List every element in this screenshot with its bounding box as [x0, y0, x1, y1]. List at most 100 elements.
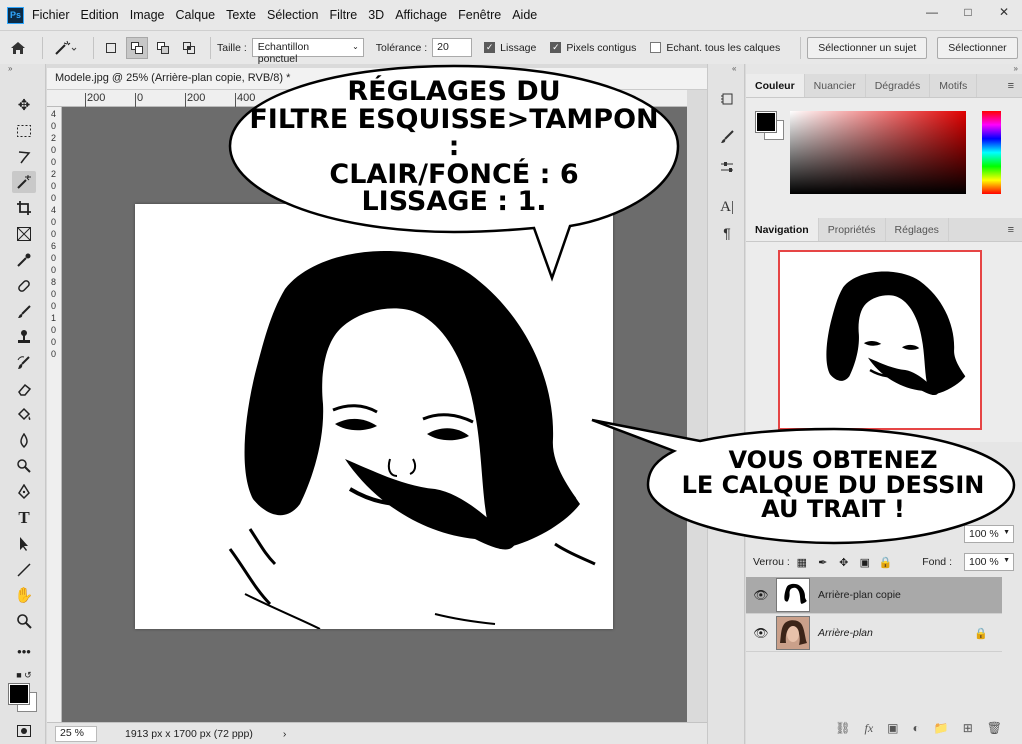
foreground-color-swatch[interactable]	[8, 683, 30, 705]
layer-style-icon[interactable]: fx	[864, 721, 873, 736]
lock-image-icon[interactable]: ✒	[814, 556, 832, 569]
select-subject-button[interactable]: Sélectionner un sujet	[807, 36, 928, 59]
paragraph-panel-icon[interactable]: ¶	[716, 222, 738, 244]
tab-reglages[interactable]: Réglages	[886, 218, 949, 241]
tolerance-input[interactable]: 20	[432, 38, 473, 57]
bubble-top-line-3: Clair/Foncé : 6	[329, 158, 579, 190]
history-panel-icon[interactable]	[716, 88, 738, 110]
menu-texte[interactable]: Texte	[226, 8, 256, 22]
history-brush-tool-icon[interactable]	[12, 352, 36, 374]
ruler-tick-label: 200	[87, 92, 106, 104]
status-arrow-icon[interactable]: ›	[283, 728, 287, 740]
menu-affichage[interactable]: Affichage	[395, 8, 447, 22]
color-foreground-swatch[interactable]	[755, 111, 777, 133]
layer-row-arriere-plan[interactable]: 👁 Arrière-plan 🔒	[746, 615, 1002, 652]
eyedropper-tool-icon[interactable]	[12, 249, 36, 271]
divider	[42, 36, 43, 59]
path-selection-tool-icon[interactable]	[12, 533, 36, 555]
tools-panel: » ✥ T ✋ ••• ■ ↺	[0, 64, 46, 744]
anti-alias-checkbox[interactable]: ✓ Lissage	[484, 42, 536, 54]
brush-settings-panel-icon[interactable]	[716, 126, 738, 148]
dodge-tool-icon[interactable]	[12, 455, 36, 477]
restore-icon[interactable]: □	[950, 0, 986, 24]
new-layer-icon[interactable]: ⊞	[963, 721, 973, 735]
tab-nuancier[interactable]: Nuancier	[805, 74, 866, 97]
fill-input[interactable]: 100 % ▼	[964, 553, 1014, 571]
select-and-mask-button[interactable]: Sélectionner	[937, 36, 1018, 59]
tab-couleur[interactable]: Couleur	[746, 74, 805, 97]
visibility-eye-icon[interactable]: 👁	[746, 588, 776, 602]
menu-image[interactable]: Image	[130, 8, 165, 22]
zoom-tool-icon[interactable]	[12, 610, 36, 632]
ruler-v-tick-label: 2	[51, 133, 57, 143]
close-icon[interactable]: ✕	[986, 0, 1022, 24]
navigator-thumbnail[interactable]	[778, 250, 982, 430]
collapse-arrows-icon[interactable]: «	[708, 64, 744, 73]
sample-size-select[interactable]: Echantillon ponctuel ⌄	[251, 38, 364, 65]
home-icon[interactable]	[0, 41, 36, 55]
collapse-arrows-icon[interactable]: »	[746, 64, 1022, 74]
visibility-eye-icon[interactable]: 👁	[746, 626, 776, 640]
paint-bucket-tool-icon[interactable]	[12, 404, 36, 426]
marquee-tool-icon[interactable]	[12, 120, 36, 142]
color-picker-field[interactable]	[790, 111, 966, 194]
add-mask-icon[interactable]: ▣	[887, 721, 898, 735]
menu-3d[interactable]: 3D	[368, 8, 384, 22]
panel-menu-icon[interactable]: ≡	[1008, 224, 1014, 236]
blur-tool-icon[interactable]	[12, 430, 36, 452]
menu-calque[interactable]: Calque	[176, 8, 216, 22]
lock-transparent-icon[interactable]: ▦	[793, 556, 811, 569]
intersect-selection-icon[interactable]	[178, 37, 200, 59]
tab-proprietes[interactable]: Propriétés	[819, 218, 886, 241]
group-folder-icon[interactable]: 📁	[934, 721, 949, 735]
menu-selection[interactable]: Sélection	[267, 8, 318, 22]
menu-fichier[interactable]: Fichier	[32, 8, 70, 22]
pen-tool-icon[interactable]	[12, 481, 36, 503]
new-selection-icon[interactable]	[100, 37, 122, 59]
tab-degrades[interactable]: Dégradés	[866, 74, 931, 97]
more-tools-icon[interactable]: •••	[12, 640, 36, 662]
type-tool-icon[interactable]: T	[12, 507, 36, 529]
menu-fenetre[interactable]: Fenêtre	[458, 8, 501, 22]
brush-tool-icon[interactable]	[12, 301, 36, 323]
hue-slider[interactable]	[982, 111, 1001, 194]
collapse-arrows-icon[interactable]: »	[0, 64, 45, 76]
delete-layer-icon[interactable]: 🗑	[987, 721, 1002, 735]
lock-artboard-icon[interactable]: ▣	[856, 556, 874, 569]
subtract-from-selection-icon[interactable]	[152, 37, 174, 59]
crop-tool-icon[interactable]	[12, 197, 36, 219]
photoshop-logo-icon[interactable]: Ps	[7, 6, 24, 24]
line-tool-icon[interactable]	[12, 559, 36, 581]
character-panel-icon[interactable]: A|	[716, 196, 738, 218]
healing-brush-tool-icon[interactable]	[12, 275, 36, 297]
zoom-level-field[interactable]: 25 %	[55, 725, 97, 742]
lasso-tool-icon[interactable]	[12, 146, 36, 168]
bubble-top-line-1: Réglages du	[347, 76, 561, 108]
tab-navigation[interactable]: Navigation	[746, 218, 819, 241]
menu-aide[interactable]: Aide	[512, 8, 537, 22]
contiguous-checkbox[interactable]: ✓ Pixels contigus	[550, 42, 636, 54]
magic-wand-tool-icon[interactable]	[12, 171, 36, 193]
hand-tool-icon[interactable]: ✋	[12, 584, 36, 606]
add-to-selection-icon[interactable]	[126, 36, 148, 59]
menu-filtre[interactable]: Filtre	[329, 8, 357, 22]
frame-tool-icon[interactable]	[12, 223, 36, 245]
sample-all-layers-checkbox[interactable]: Echant. tous les calques	[650, 42, 780, 54]
link-layers-icon[interactable]: ⛓	[835, 721, 850, 735]
layer-row-arriere-plan-copie[interactable]: 👁 Arrière-plan copie	[746, 577, 1002, 614]
tab-motifs[interactable]: Motifs	[930, 74, 978, 97]
minimize-icon[interactable]: —	[914, 0, 950, 24]
eraser-tool-icon[interactable]	[12, 378, 36, 400]
swap-colors-icon[interactable]: ■ ↺	[12, 664, 36, 686]
quick-mask-icon[interactable]	[12, 720, 36, 742]
adjustments-panel-icon[interactable]	[716, 156, 738, 178]
move-tool-icon[interactable]: ✥	[12, 94, 36, 116]
lock-all-icon[interactable]: 🔒	[877, 556, 895, 569]
checkmark-icon: ✓	[484, 42, 496, 53]
lock-position-icon[interactable]: ✥	[835, 556, 853, 569]
magic-wand-tool-preset-icon[interactable]	[49, 37, 83, 59]
panel-menu-icon[interactable]: ≡	[1008, 80, 1014, 92]
menu-edition[interactable]: Edition	[81, 8, 119, 22]
adjustment-layer-icon[interactable]: ◐	[913, 721, 920, 735]
clone-stamp-tool-icon[interactable]	[12, 326, 36, 348]
